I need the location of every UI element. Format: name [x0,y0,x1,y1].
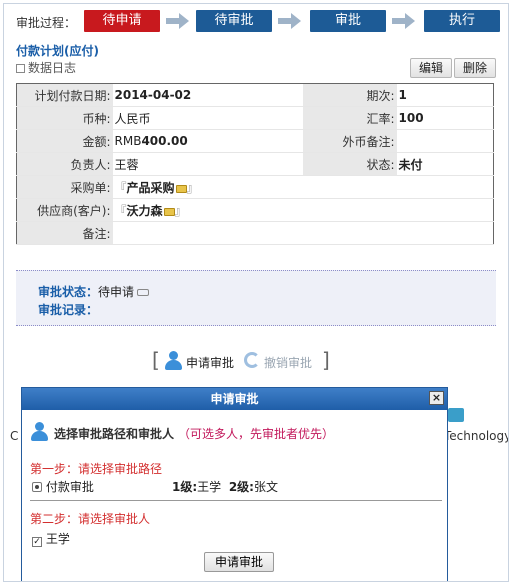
approver-checkbox[interactable]: ✓ [32,537,42,547]
background-text-left: C [10,429,19,443]
user-icon [30,422,48,442]
approval-status-label: 审批状态： [38,285,99,299]
level1-value: 王学 [197,480,222,494]
purchase-label: 采购单: [16,175,113,199]
approval-info-box: 审批状态：待申请 审批记录： [16,270,496,326]
supplier-label: 供应商(客户): [16,198,113,222]
undo-icon [244,352,260,368]
arrow-icon [392,13,416,29]
owner-value: 王蓉 [114,157,139,172]
edit-button[interactable]: 编辑 [410,58,453,78]
level2-value: 张文 [253,480,278,494]
arrow-icon [278,13,302,29]
process-label: 审批过程： [16,16,77,30]
submit-approval-button[interactable]: 申请审批 [204,552,275,572]
folder-icon[interactable] [175,184,187,193]
approval-process-bar: 审批过程： 待申请 待审批 审批 执行 [12,10,504,32]
user-icon [164,351,182,371]
apply-approval-dialog: 申请审批 × 选择审批路径和审批人 （可选多人，先审批者优先） 第一步：请选择审批… [21,387,448,581]
divider [30,500,442,501]
status-value: 未付 [396,152,494,176]
dialog-titlebar: 申请审批 × [22,388,447,410]
folder-icon[interactable] [163,207,175,216]
approval-actions: [ 申请审批 撤销审批 ] [152,348,330,373]
background-text-technology: Technology [444,429,509,443]
revoke-approval-label: 撤销审批 [264,356,313,370]
purchase-link[interactable]: 产品采购 [127,181,175,195]
supplier-link[interactable]: 沃力森 [127,204,163,218]
amount-label: 金额: [16,129,113,153]
close-icon[interactable]: × [429,391,444,405]
plan-date-value: 2014-04-02 [112,83,303,107]
currency-label: 币种: [16,106,113,130]
data-log-link[interactable]: 数据日志 [16,59,76,76]
dialog-hint: （可选多人，先审批者优先） [178,427,335,441]
info-table: 计划付款日期: 2014-04-02 期次: 1 币种: 人民币 汇率: 100… [16,83,494,245]
amount-value: 400.00 [141,134,188,148]
delete-button[interactable]: 删除 [454,58,497,78]
approval-status-value: 待申请 [98,285,135,299]
data-log-label: 数据日志 [28,61,77,75]
fx-note-value [396,129,494,153]
period-label: 期次: [302,83,397,107]
approver-label: 王学 [45,532,70,546]
revoke-approval-link[interactable]: 撤销审批 [240,349,330,373]
owner-label: 负责人: [16,152,113,176]
plan-date-label: 计划付款日期: [16,83,113,107]
dialog-heading-text: 选择审批路径和审批人 [54,427,175,441]
approver-option[interactable]: ✓ 王学 [32,530,70,547]
comment-icon[interactable] [137,289,150,296]
step-pending-approve: 待审批 [196,10,272,32]
step-execute: 执行 [424,10,500,32]
approval-record-label: 审批记录： [38,303,99,317]
apply-approval-label: 申请审批 [186,356,235,370]
amount-prefix: RMB [114,134,142,148]
step1-label: 第一步：请选择审批路径 [30,462,163,476]
section-title: 付款计划(应付) [16,44,99,58]
remark-label: 备注: [16,221,113,245]
log-icon [16,64,25,73]
path-label: 付款审批 [45,480,94,494]
step-pending-apply: 待申请 [84,10,160,32]
rate-value: 100 [396,106,494,130]
rate-label: 汇率: [302,106,397,130]
period-value: 1 [396,83,494,107]
arrow-icon [166,13,190,29]
level1-label: 1级: [172,480,198,494]
apply-approval-link[interactable]: 申请审批 [152,349,240,373]
dialog-title: 申请审批 [210,392,259,406]
remark-value [112,221,494,245]
fx-note-label: 外币备注: [302,129,397,153]
technology-icon [448,408,464,422]
currency-value: 人民币 [114,111,151,126]
level2-label: 2级: [228,480,254,494]
page-frame: 审批过程： 待申请 待审批 审批 执行 付款计划(应付) 数据日志 编辑 删除 … [3,3,509,582]
path-levels: 1级:王学 2级:张文 [172,478,278,495]
step-approve: 审批 [310,10,386,32]
status-label: 状态: [302,152,397,176]
path-option[interactable]: 付款审批 [32,478,94,495]
step2-label: 第二步：请选择审批人 [30,512,151,526]
path-radio[interactable] [32,482,42,492]
